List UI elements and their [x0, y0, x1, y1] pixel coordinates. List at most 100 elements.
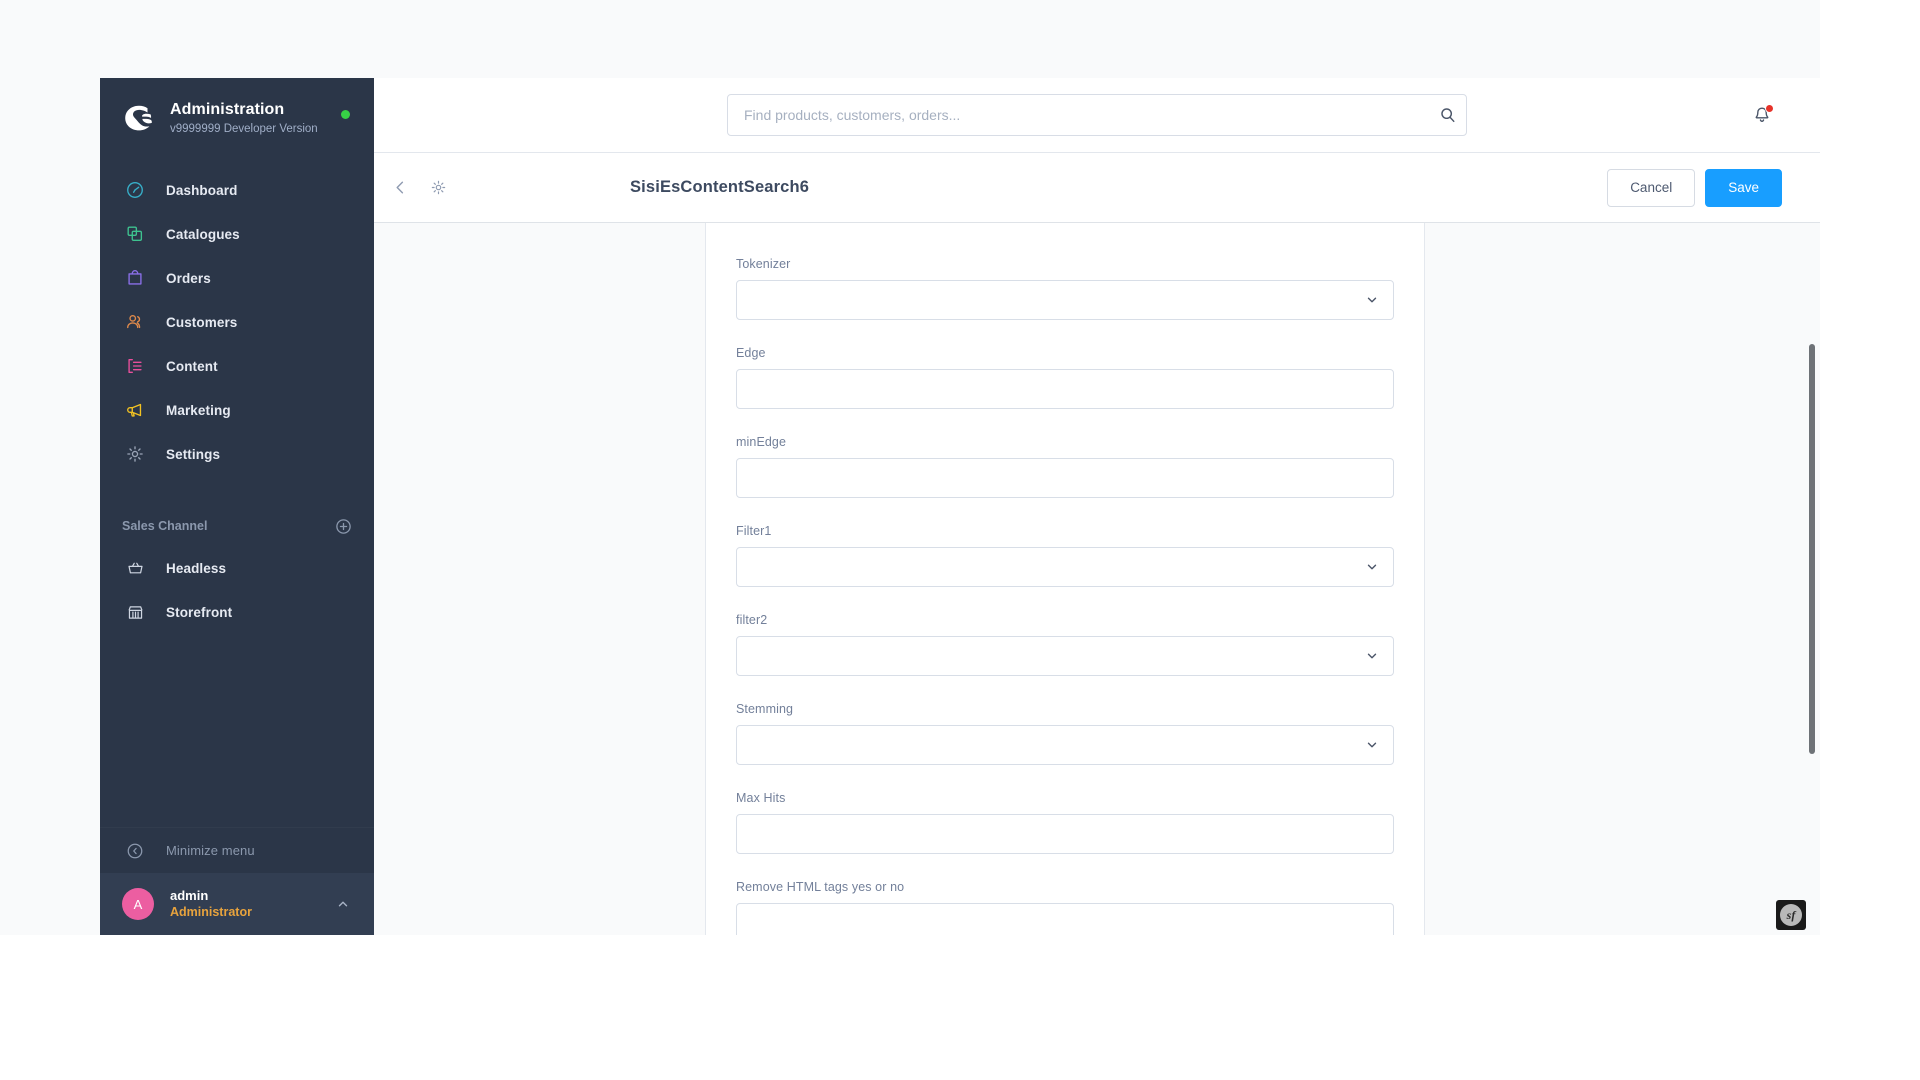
avatar: A	[122, 888, 154, 920]
symfony-profiler-badge[interactable]: sf	[1776, 900, 1806, 930]
filter1-select[interactable]	[736, 547, 1394, 587]
desktop-backdrop: Administration v9999999 Developer Versio…	[0, 0, 1920, 1080]
save-button[interactable]: Save	[1705, 168, 1782, 207]
status-dot-icon	[341, 110, 350, 119]
settings-form-card: Tokenizer Edge minEdge Filter1 filter2 S…	[705, 223, 1425, 935]
settings-gear-icon	[122, 443, 148, 465]
customers-icon	[122, 311, 148, 333]
sidebar-brand[interactable]: Administration v9999999 Developer Versio…	[100, 78, 374, 154]
sidebar-item-catalogues[interactable]: Catalogues	[100, 212, 374, 256]
field-stemming: Stemming	[736, 702, 1394, 765]
page-header-actions: Cancel Save	[1607, 168, 1782, 207]
vertical-scrollbar-track[interactable]	[1806, 223, 1818, 935]
field-label: filter2	[736, 613, 768, 627]
sidebar-item-label: Marketing	[166, 402, 231, 418]
field-minedge: minEdge	[736, 435, 1394, 498]
page-title: SisiEsContentSearch6	[630, 178, 810, 196]
minimize-menu-button[interactable]: Minimize menu	[100, 827, 374, 873]
field-label: Filter1	[736, 524, 772, 538]
topbar	[374, 78, 1820, 153]
minedge-input-wrap	[736, 458, 1394, 498]
minedge-input[interactable]	[737, 459, 1393, 497]
tokenizer-select-value[interactable]	[737, 281, 1393, 319]
content-icon	[122, 355, 148, 377]
sidebar-item-customers[interactable]: Customers	[100, 300, 374, 344]
page-header: SisiEsContentSearch6 Cancel Save	[374, 153, 1820, 223]
field-edge: Edge	[736, 346, 1394, 409]
filter2-select[interactable]	[736, 636, 1394, 676]
sidebar-item-label: Storefront	[166, 604, 233, 620]
stemming-select[interactable]	[736, 725, 1394, 765]
sidebar-item-dashboard[interactable]: Dashboard	[100, 168, 374, 212]
remove-html-tags-input-wrap	[736, 903, 1394, 935]
field-label: Max Hits	[736, 791, 786, 805]
sidebar-nav: Dashboard Catalogues Orders Customers Co…	[100, 168, 374, 476]
sidebar-item-headless[interactable]: Headless	[100, 546, 374, 590]
sidebar-item-settings[interactable]: Settings	[100, 432, 374, 476]
field-label: Edge	[736, 346, 766, 360]
stemming-select-value[interactable]	[737, 726, 1393, 764]
max-hits-input-wrap	[736, 814, 1394, 854]
field-tokenizer: Tokenizer	[736, 257, 1394, 320]
filter1-select-value[interactable]	[737, 548, 1393, 586]
search-icon[interactable]	[1439, 106, 1457, 124]
storefront-icon	[122, 601, 148, 623]
user-name: admin	[170, 887, 209, 903]
sales-channel-label: Sales Channel	[122, 519, 208, 534]
notifications-bell-icon[interactable]	[1752, 104, 1774, 125]
user-menu[interactable]: A admin Administrator	[100, 873, 374, 935]
sidebar-item-orders[interactable]: Orders	[100, 256, 374, 300]
dashboard-icon	[122, 179, 148, 201]
global-search	[727, 94, 1467, 136]
catalogues-icon	[122, 223, 148, 245]
max-hits-input[interactable]	[737, 815, 1393, 853]
marketing-icon	[122, 399, 148, 421]
field-filter1: Filter1	[736, 524, 1394, 587]
edge-input-wrap	[736, 369, 1394, 409]
sidebar-item-label: Content	[166, 358, 218, 374]
sidebar-brand-version: v9999999 Developer Version	[170, 123, 318, 135]
field-filter2: filter2	[736, 613, 1394, 676]
cancel-button[interactable]: Cancel	[1607, 168, 1696, 207]
minimize-menu-label: Minimize menu	[166, 843, 255, 858]
edge-input[interactable]	[737, 370, 1393, 408]
sidebar-item-label: Catalogues	[166, 226, 240, 242]
plus-circle-icon[interactable]	[334, 517, 352, 535]
basket-icon	[122, 557, 148, 579]
user-role: Administrator	[170, 905, 252, 920]
chevron-up-icon[interactable]	[336, 897, 350, 911]
sidebar-item-label: Settings	[166, 446, 221, 462]
filter2-select-value[interactable]	[737, 637, 1393, 675]
notification-dot-icon	[1765, 104, 1774, 113]
field-label: Tokenizer	[736, 257, 791, 271]
vertical-scrollbar-thumb[interactable]	[1809, 344, 1815, 754]
sidebar-item-label: Customers	[166, 314, 238, 330]
sidebar-brand-title: Administration	[170, 101, 285, 118]
sidebar: Administration v9999999 Developer Versio…	[100, 78, 374, 935]
back-chevron-left-icon[interactable]	[388, 176, 412, 200]
sidebar-item-marketing[interactable]: Marketing	[100, 388, 374, 432]
shopware-logo-icon	[122, 101, 156, 135]
sidebar-item-storefront[interactable]: Storefront	[100, 590, 374, 634]
field-label: minEdge	[736, 435, 787, 449]
remove-html-tags-input[interactable]	[737, 904, 1393, 935]
symfony-logo-icon: sf	[1780, 904, 1802, 926]
content-scroll-region: Tokenizer Edge minEdge Filter1 filter2 S…	[374, 223, 1820, 935]
field-remove-html-tags: Remove HTML tags yes or no	[736, 880, 1394, 935]
field-label: Stemming	[736, 702, 794, 716]
sidebar-item-label: Dashboard	[166, 182, 238, 198]
sidebar-item-content[interactable]: Content	[100, 344, 374, 388]
field-label: Remove HTML tags yes or no	[736, 880, 905, 894]
sidebar-item-label: Orders	[166, 270, 211, 286]
gear-icon[interactable]	[426, 176, 450, 200]
main-column: SisiEsContentSearch6 Cancel Save Tokeniz…	[374, 78, 1820, 935]
tokenizer-select[interactable]	[736, 280, 1394, 320]
field-max-hits: Max Hits	[736, 791, 1394, 854]
chevron-left-circle-icon	[122, 840, 148, 862]
search-input[interactable]	[727, 94, 1467, 136]
sidebar-item-label: Headless	[166, 560, 227, 576]
sales-channel-section-header: Sales Channel	[100, 506, 374, 546]
admin-app-viewport: Administration v9999999 Developer Versio…	[0, 0, 1820, 935]
orders-icon	[122, 267, 148, 289]
